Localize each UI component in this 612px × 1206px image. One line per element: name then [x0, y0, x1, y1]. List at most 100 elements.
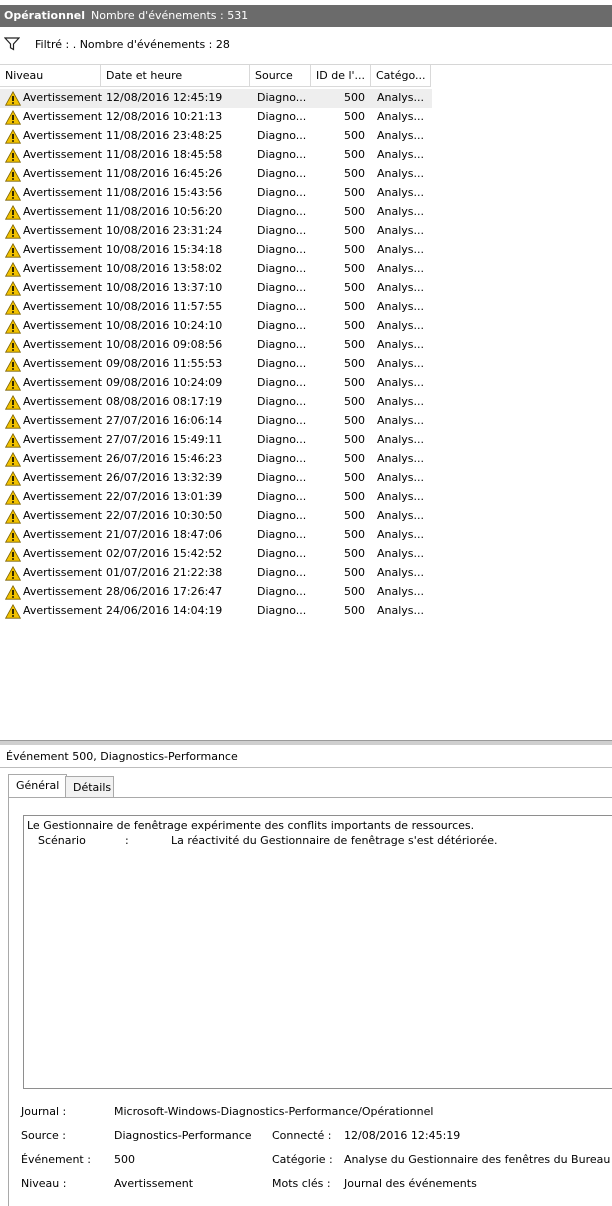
warning-icon [5, 490, 21, 505]
source-cell: Diagno... [257, 604, 307, 617]
source-cell: Diagno... [257, 91, 307, 104]
source-cell: Diagno... [257, 205, 307, 218]
table-row[interactable]: Avertissement 24/06/2016 14:04:19 Diagno..… [0, 602, 432, 621]
category-cell: Analys... [377, 509, 425, 522]
event-id-cell: 500 [344, 224, 365, 237]
level-cell: Avertissement [23, 167, 103, 180]
table-row[interactable]: Avertissement 11/08/2016 15:43:56 Diagno..… [0, 184, 432, 203]
category-cell: Analys... [377, 224, 425, 237]
table-row[interactable]: Avertissement 02/07/2016 15:42:52 Diagno..… [0, 545, 432, 564]
source-cell: Diagno... [257, 509, 307, 522]
date-cell: 26/07/2016 13:32:39 [106, 471, 223, 484]
category-cell: Analys... [377, 281, 425, 294]
warning-icon [5, 433, 21, 448]
event-id-cell: 500 [344, 338, 365, 351]
detail-tabs: Général Détails [6, 774, 612, 798]
table-row[interactable]: Avertissement 26/07/2016 15:46:23 Diagno..… [0, 450, 432, 469]
table-row[interactable]: Avertissement 09/08/2016 11:55:53 Diagno..… [0, 355, 432, 374]
table-row[interactable]: Avertissement 10/08/2016 23:31:24 Diagno..… [0, 222, 432, 241]
warning-icon [5, 604, 21, 619]
column-header-source[interactable]: Source [250, 65, 311, 87]
warning-icon [5, 205, 21, 220]
event-id-cell: 500 [344, 300, 365, 313]
table-row[interactable]: Avertissement 11/08/2016 10:56:20 Diagno..… [0, 203, 432, 222]
connected-value: 12/08/2016 12:45:19 [344, 1129, 461, 1142]
log-name: Opérationnel [4, 9, 86, 22]
category-cell: Analys... [377, 319, 425, 332]
table-row[interactable]: Avertissement 10/08/2016 15:34:18 Diagno..… [0, 241, 432, 260]
column-header-category[interactable]: Catégo... [371, 65, 431, 87]
table-row[interactable]: Avertissement 11/08/2016 16:45:26 Diagno..… [0, 165, 432, 184]
category-cell: Analys... [377, 167, 425, 180]
table-row[interactable]: Avertissement 26/07/2016 13:32:39 Diagno..… [0, 469, 432, 488]
table-row[interactable]: Avertissement 12/08/2016 12:45:19 Diagno..… [0, 89, 432, 108]
table-row[interactable]: Avertissement 10/08/2016 13:37:10 Diagno..… [0, 279, 432, 298]
table-row[interactable]: Avertissement 22/07/2016 10:30:50 Diagno..… [0, 507, 432, 526]
category-cell: Analys... [377, 395, 425, 408]
date-cell: 09/08/2016 10:24:09 [106, 376, 223, 389]
warning-icon [5, 471, 21, 486]
source-cell: Diagno... [257, 414, 307, 427]
funnel-icon[interactable] [4, 37, 20, 51]
warning-icon [5, 243, 21, 258]
event-id-cell: 500 [344, 205, 365, 218]
level-cell: Avertissement [23, 319, 103, 332]
category-cell: Analys... [377, 357, 425, 370]
event-id-cell: 500 [344, 433, 365, 446]
table-row[interactable]: Avertissement 01/07/2016 21:22:38 Diagno..… [0, 564, 432, 583]
table-row[interactable]: Avertissement 08/08/2016 08:17:19 Diagno..… [0, 393, 432, 412]
category-cell: Analys... [377, 243, 425, 256]
table-row[interactable]: Avertissement 11/08/2016 18:45:58 Diagno..… [0, 146, 432, 165]
level-cell: Avertissement [23, 414, 103, 427]
level-cell: Avertissement [23, 566, 103, 579]
table-row[interactable]: Avertissement 12/08/2016 10:21:13 Diagno..… [0, 108, 432, 127]
level-cell: Avertissement [23, 338, 103, 351]
table-row[interactable]: Avertissement 22/07/2016 13:01:39 Diagno..… [0, 488, 432, 507]
source-cell: Diagno... [257, 338, 307, 351]
tab-details[interactable]: Détails [65, 776, 114, 797]
source-cell: Diagno... [257, 148, 307, 161]
event-id-cell: 500 [344, 243, 365, 256]
table-row[interactable]: Avertissement 27/07/2016 15:49:11 Diagno..… [0, 431, 432, 450]
table-row[interactable]: Avertissement 28/06/2016 17:26:47 Diagno..… [0, 583, 432, 602]
warning-icon [5, 300, 21, 315]
category-cell: Analys... [377, 547, 425, 560]
table-row[interactable]: Avertissement 11/08/2016 23:48:25 Diagno..… [0, 127, 432, 146]
source-cell: Diagno... [257, 224, 307, 237]
category-cell: Analys... [377, 376, 425, 389]
source-value: Diagnostics-Performance [114, 1129, 252, 1142]
warning-icon [5, 148, 21, 163]
table-row[interactable]: Avertissement 10/08/2016 09:08:56 Diagno..… [0, 336, 432, 355]
event-id-cell: 500 [344, 414, 365, 427]
column-header-date[interactable]: Date et heure [101, 65, 250, 87]
tab-general[interactable]: Général [8, 774, 67, 797]
column-header-level[interactable]: Niveau [0, 65, 101, 87]
event-id-cell: 500 [344, 604, 365, 617]
level-cell: Avertissement [23, 490, 103, 503]
table-row[interactable]: Avertissement 10/08/2016 13:58:02 Diagno..… [0, 260, 432, 279]
warning-icon [5, 528, 21, 543]
level-cell: Avertissement [23, 547, 103, 560]
table-row[interactable]: Avertissement 27/07/2016 16:06:14 Diagno..… [0, 412, 432, 431]
level-cell: Avertissement [23, 243, 103, 256]
table-row[interactable]: Avertissement 09/08/2016 10:24:09 Diagno..… [0, 374, 432, 393]
category-cell: Analys... [377, 186, 425, 199]
date-cell: 11/08/2016 18:45:58 [106, 148, 223, 161]
event-id-cell: 500 [344, 585, 365, 598]
level-cell: Avertissement [23, 509, 103, 522]
source-cell: Diagno... [257, 452, 307, 465]
source-cell: Diagno... [257, 186, 307, 199]
table-row[interactable]: Avertissement 10/08/2016 10:24:10 Diagno..… [0, 317, 432, 336]
event-id-cell: 500 [344, 452, 365, 465]
level-cell: Avertissement [23, 452, 103, 465]
column-header-event-id[interactable]: ID de l'... [311, 65, 371, 87]
table-row[interactable]: Avertissement 21/07/2016 18:47:06 Diagno..… [0, 526, 432, 545]
category-cell: Analys... [377, 148, 425, 161]
pane-splitter[interactable] [0, 740, 612, 745]
table-row[interactable]: Avertissement 10/08/2016 11:57:55 Diagno..… [0, 298, 432, 317]
event-message-box[interactable]: Le Gestionnaire de fenêtrage expérimente… [23, 815, 612, 1089]
event-grid[interactable]: Niveau Date et heure Source ID de l'... … [0, 64, 612, 741]
journal-label: Journal : [21, 1105, 67, 1118]
message-line: Le Gestionnaire de fenêtrage expérimente… [27, 819, 475, 832]
category-value: Analyse du Gestionnaire des fenêtres du … [344, 1153, 611, 1166]
